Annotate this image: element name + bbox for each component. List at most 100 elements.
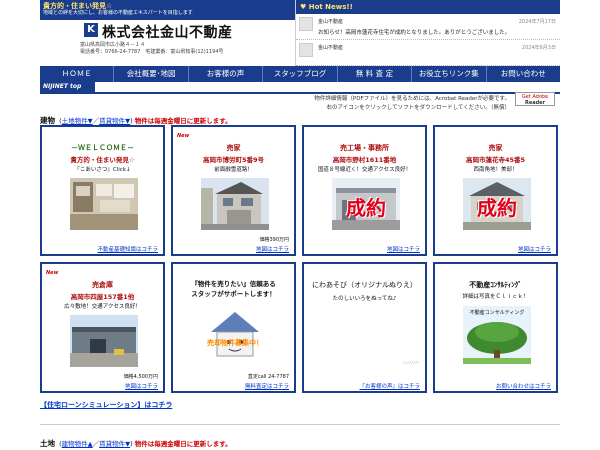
divider	[40, 424, 560, 425]
card-caption: たのしいいろをぬってね♪	[332, 296, 397, 302]
consulting-card[interactable]: 不動産ｺﾝｻﾙﾃｨﾝｸﾞ 詳細は写真をＣｌｉｃｋ！ 不動産コンサルティング お問…	[433, 262, 558, 393]
basic-knowledge-link[interactable]: 不動産基礎知識はコチラ	[97, 245, 158, 253]
listing-card[interactable]: 売家 高岡市蓮花寺45番5 西南角地！美邸！ 成約 地図はコチラ	[433, 125, 558, 256]
new-badge: New	[46, 270, 59, 276]
map-link[interactable]: 地図はコチラ	[256, 245, 289, 253]
acrobat-notice: 物件詳細情報（PDFファイル）を見るためには、Acrobat Readerが必要…	[300, 95, 510, 113]
office-photo[interactable]	[70, 178, 138, 230]
avatar	[299, 43, 313, 57]
sold-stamp: 成約	[477, 196, 517, 220]
nav-home[interactable]: ＨＯＭＥ	[40, 66, 115, 82]
listing-card[interactable]: 売工場・事務所 高岡市野村1611番地 国道８号線近く！交通アクセス良好！ 成約…	[302, 125, 427, 256]
card-price: 価格390万円	[259, 237, 289, 243]
address-line: 富山県高岡市広小路４－１４	[80, 42, 146, 48]
news-author: 金山不動産	[318, 19, 344, 25]
nav-links[interactable]: お役立ちリンク集	[412, 66, 487, 82]
house-mascot-image[interactable]: 売却物件募集中！	[201, 304, 269, 366]
card-address: 高岡市博労町5番9号	[202, 156, 265, 164]
section-title: 建物	[40, 116, 55, 125]
loan-simulation: 【住宅ローンシミュレーション】はコチラ	[40, 400, 172, 410]
listing-card[interactable]: New 売家 高岡市博労町5番9号 前面融雪道路！ 価格390万円 地図はコチラ	[171, 125, 296, 256]
contact-link[interactable]: お問い合わせはコチラ	[496, 382, 551, 390]
card-subtitle: 貴方的・住まい発見☆	[70, 156, 135, 164]
customer-voice-link[interactable]: 『お客様の声』はコチラ	[359, 382, 420, 390]
factory-photo[interactable]: 成約	[332, 178, 400, 230]
land-listings-link[interactable]: 土地物件▼	[62, 117, 93, 125]
rental-listings-link[interactable]: 賃貸物件▼	[99, 117, 130, 125]
acrobat-notice-line: 右のアイコンをクリックしてソフトをダウンロードしてください。（無償）	[326, 105, 510, 111]
card-caption: 西南角地！美邸！	[473, 167, 518, 173]
decoration: ﾉﾉﾉﾉﾉﾉﾉﾉ	[403, 360, 419, 365]
card-address: 高岡市蓮花寺45番5	[465, 156, 526, 164]
brand-block: 貴方的・住まい発見☆ 地域との絆を大切にし、お客様の不動産エキスパートを目指しま…	[40, 0, 295, 66]
card-address: 高岡市野村1611番地	[332, 156, 397, 164]
nav-contact[interactable]: お問い合わせ	[487, 66, 560, 82]
card-caption: 詳細は写真をＣｌｉｃｋ！	[462, 294, 529, 300]
section-title: 土地	[40, 439, 55, 448]
news-item[interactable]: 金山不動産 2024年6月3日	[296, 40, 560, 66]
building-listings-link[interactable]: 建物物件▲	[62, 440, 93, 448]
adobe-reader-button[interactable]: Get Adobe Reader	[515, 92, 555, 106]
company-name[interactable]: 株式会社金山不動産	[102, 22, 233, 42]
news-item[interactable]: 金山不動産 2024年7月17日 お知らせ！高岡市蓮花寺住宅が成約となりました。…	[296, 14, 560, 40]
map-link[interactable]: 地図はコチラ	[387, 245, 420, 253]
card-price: 価格4,500万円	[123, 374, 158, 380]
house-photo[interactable]: 成約	[463, 178, 531, 230]
news-date: 2024年6月3日	[521, 45, 556, 51]
news-message: お知らせ！高岡市蓮花寺住宅が成約となりました。ありがとうございました。	[318, 30, 511, 36]
adobe-reader-label-bottom: Reader	[524, 100, 546, 106]
nav-appraisal[interactable]: 無 料 査 定	[338, 66, 413, 82]
welcome-card[interactable]: －ＷＥＬＣＯＭＥ－ 貴方的・住まい発見☆ 『こあいさつ』Click↓ 不動産基礎…	[40, 125, 165, 256]
update-notice: 物件は毎週金曜日に更新します。	[134, 440, 232, 448]
rental-listings-link[interactable]: 賃貸物件▼	[99, 440, 130, 448]
card-title: 売倉庫	[92, 281, 113, 289]
acrobat-notice-line: 物件詳細情報（PDFファイル）を見るためには、Acrobat Readerが必要…	[314, 96, 510, 102]
card-title: にわあそび（オリジナルぬりえ）	[312, 281, 417, 289]
sell-request-card[interactable]: 『物件を売りたい』信頼ある スタッフがサポートします！ 売却物件募集中！ 直定c…	[171, 262, 296, 393]
catch-bar: 貴方的・住まい発見☆ 地域との絆を大切にし、お客様の不動産エキスパートを目指しま…	[40, 0, 295, 20]
card-title: 『物件を売りたい』信頼ある	[191, 280, 276, 288]
company-logo-icon[interactable]: K	[84, 23, 98, 37]
card-title: 売工場・事務所	[340, 144, 389, 152]
catch-main: 貴方的・住まい発見☆	[43, 2, 113, 10]
new-badge: New	[177, 133, 190, 139]
header: 貴方的・住まい発見☆ 地域との絆を大切にし、お客様の不動産エキスパートを目指しま…	[40, 0, 560, 66]
loan-simulation-link[interactable]: 【住宅ローンシミュレーション】はコチラ	[40, 401, 172, 409]
map-link[interactable]: 地図はコチラ	[518, 245, 551, 253]
sold-stamp: 成約	[346, 196, 386, 220]
tree-photo[interactable]: 不動産コンサルティング	[463, 306, 531, 364]
hot-news-panel: ♥ Hot News!! 金山不動産 2024年7月17日 お知らせ！高岡市蓮花…	[295, 0, 560, 66]
main-nav: ＨＯＭＥ 会社概要･地図 お客様の声 スタッフブログ 無 料 査 定 お役立ちリ…	[40, 66, 560, 82]
warehouse-photo[interactable]	[70, 315, 138, 367]
card-title: －ＷＥＬＣＯＭＥ－	[71, 144, 134, 152]
card-caption: 国道８号線近く！交通アクセス良好！	[317, 167, 412, 173]
appraisal-phone: 直定call 24-7787	[247, 374, 289, 380]
update-notice: 物件は毎週金曜日に更新します。	[134, 117, 232, 125]
card-caption[interactable]: 『こあいさつ』Click↓	[42, 165, 163, 173]
card-title: 売家	[226, 144, 241, 152]
card-address: 高岡市四屋157番1他	[70, 293, 135, 301]
avatar	[299, 17, 313, 31]
subheader-bar: NIJINET top	[40, 82, 560, 94]
card-title: 不動産ｺﾝｻﾙﾃｨﾝｸﾞ	[469, 281, 522, 289]
news-author: 金山不動産	[318, 45, 344, 51]
card-subtitle: スタッフがサポートします！	[191, 290, 276, 298]
news-date: 2024年7月17日	[518, 19, 556, 25]
nav-company[interactable]: 会社概要･地図	[114, 66, 189, 82]
map-link[interactable]: 地図はコチラ	[125, 382, 158, 390]
listing-card[interactable]: New 売倉庫 高岡市四屋157番1他 広々敷地！交通アクセス良好！ 価格4,5…	[40, 262, 165, 393]
sale-recruit-sign: 売却物件募集中！	[207, 339, 263, 347]
coloring-card[interactable]: にわあそび（オリジナルぬりえ） たのしいいろをぬってね♪ ﾉﾉﾉﾉﾉﾉﾉﾉ 『お…	[302, 262, 427, 393]
company-address: 富山県高岡市広小路４－１４ 電話番号：0766-24-7787 宅建業番：富山県…	[80, 42, 295, 56]
card-title: 売家	[488, 144, 503, 152]
nav-blog[interactable]: スタッフブログ	[263, 66, 338, 82]
catch-sub: 地域との絆を大切にし、お客様の不動産エキスパートを目指します	[43, 10, 193, 16]
nijinet-tag[interactable]: NIJINET top	[40, 82, 96, 92]
card-caption: 広々敷地！交通アクセス良好！	[64, 304, 141, 310]
house-photo[interactable]	[201, 178, 269, 230]
card-caption: 前面融雪道路！	[214, 167, 253, 173]
hot-news-title: ♥ Hot News!!	[296, 0, 560, 14]
nav-voice[interactable]: お客様の声	[189, 66, 264, 82]
phone-license-line: 電話番号：0766-24-7787 宅建業番：富山県知事(12)1194号	[80, 49, 224, 55]
free-appraisal-link[interactable]: 無料査定はコチラ	[245, 382, 289, 390]
